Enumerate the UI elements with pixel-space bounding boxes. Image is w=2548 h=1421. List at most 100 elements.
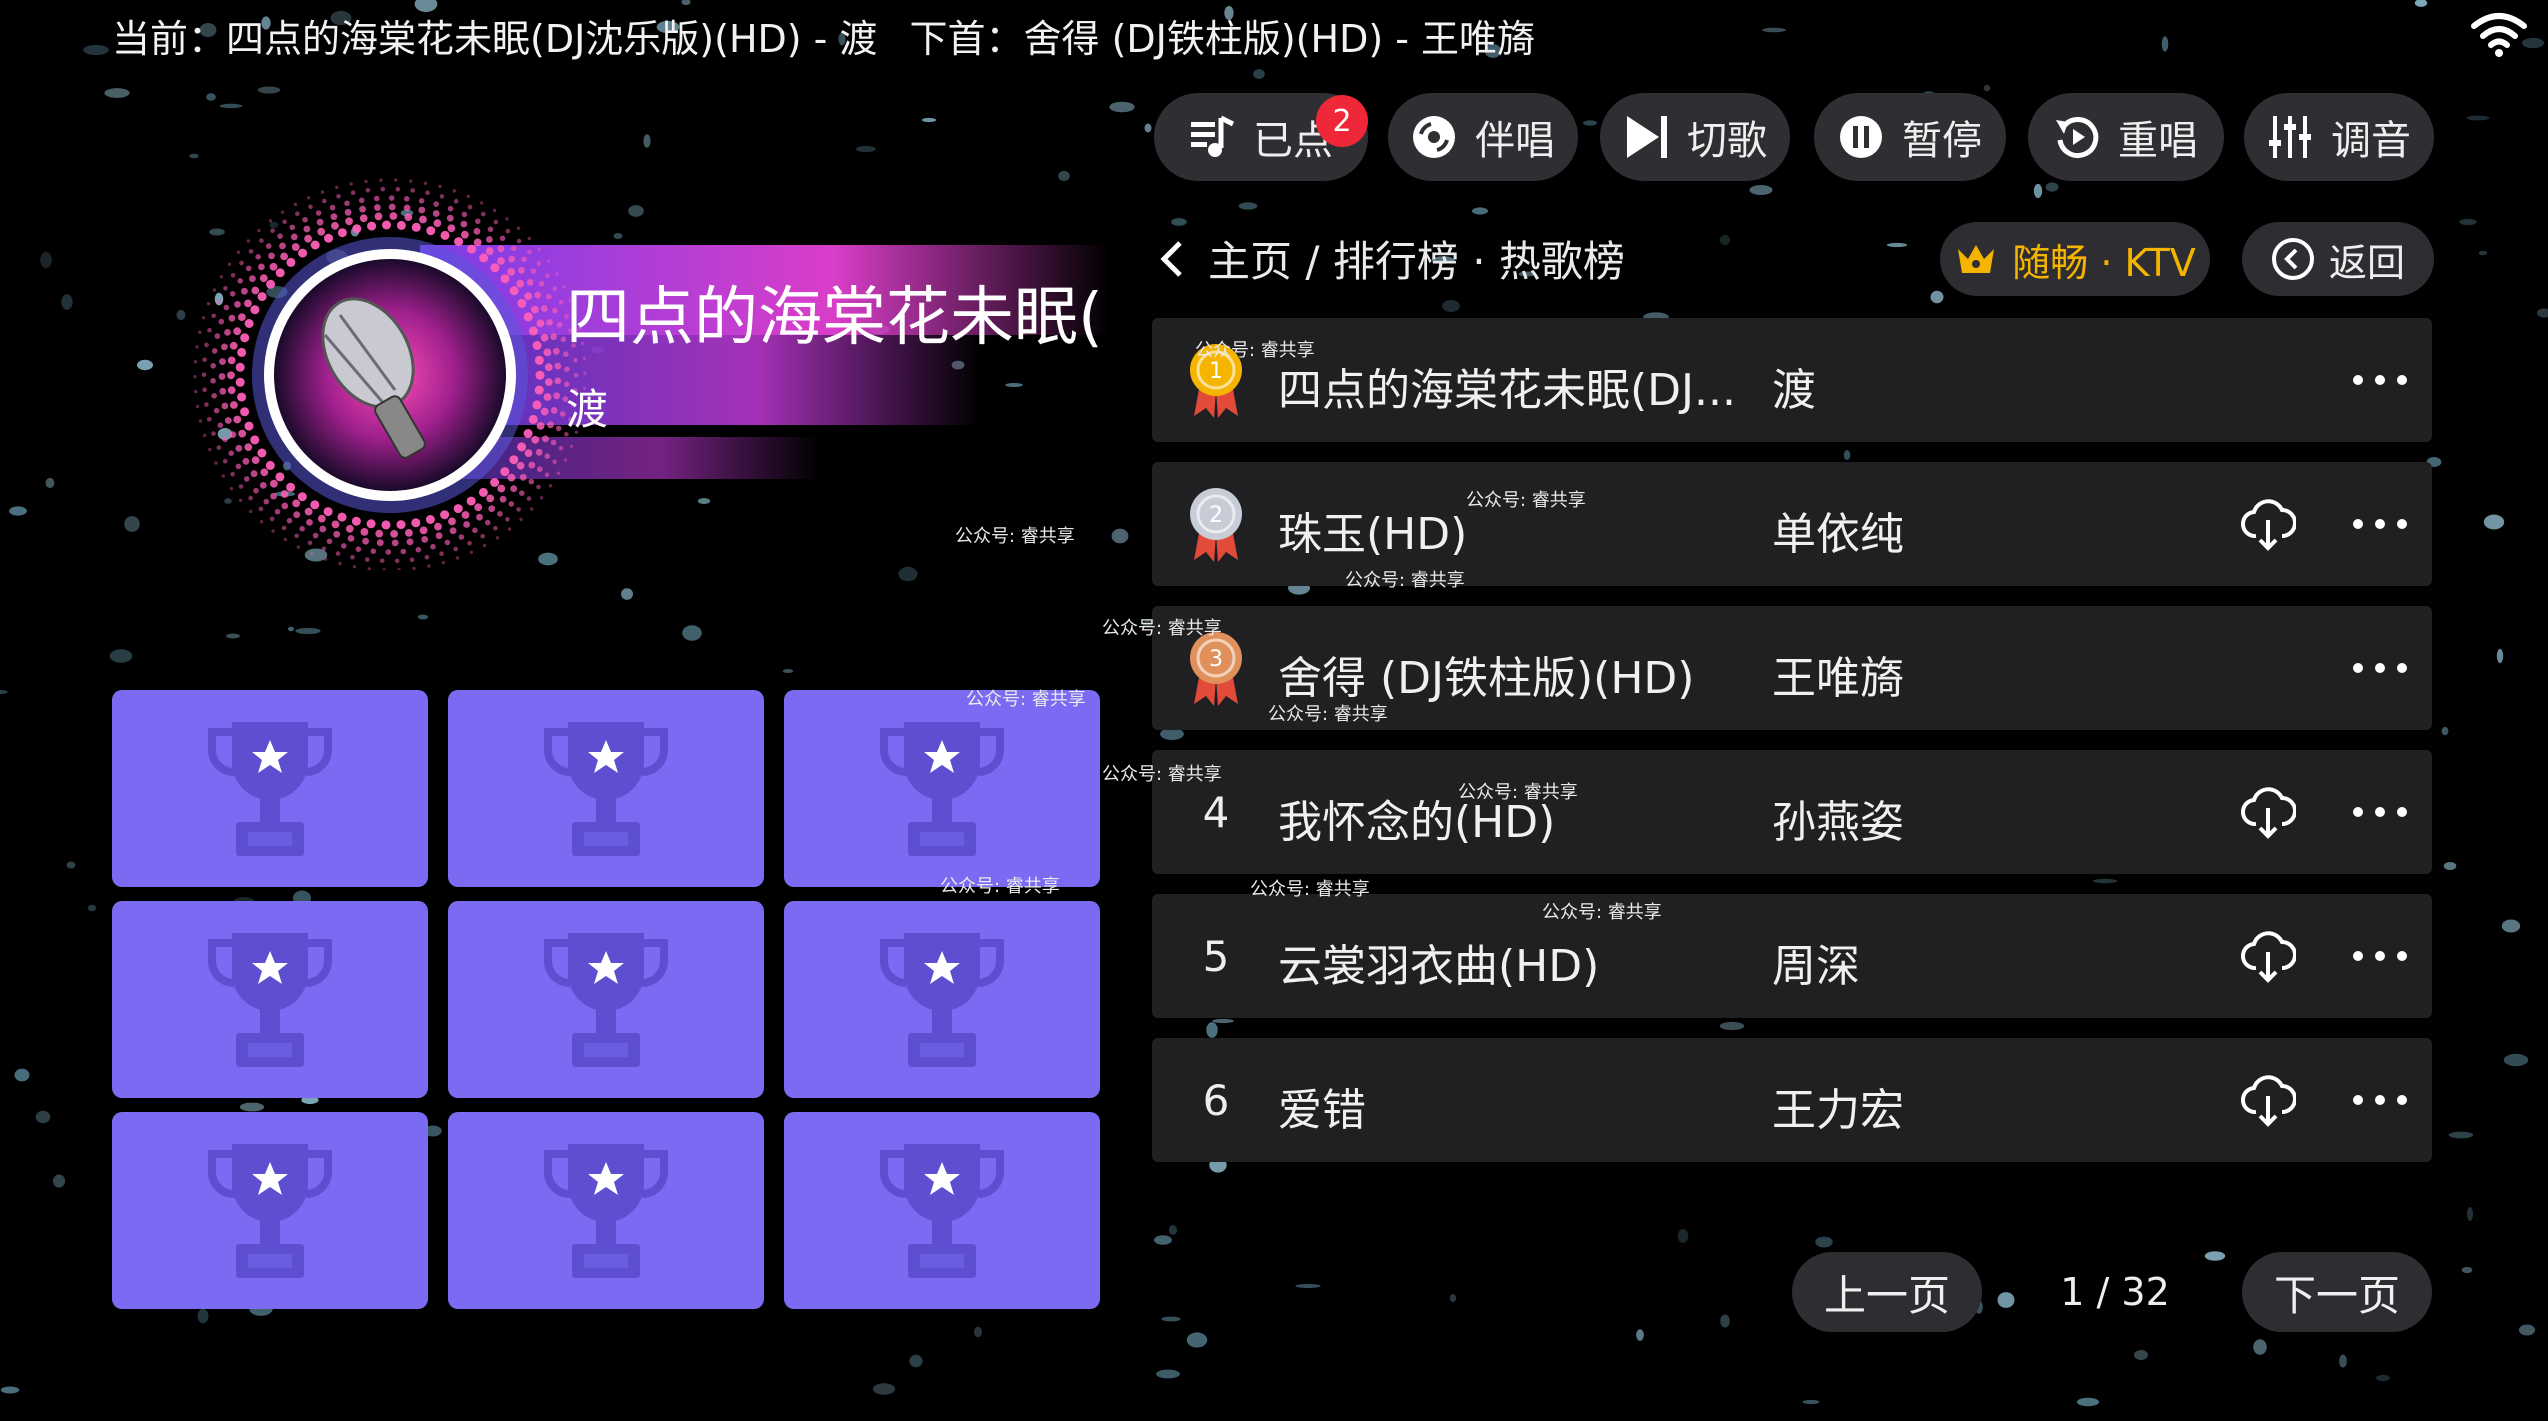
trophy-tile[interactable] — [448, 690, 764, 887]
page-indicator: 1 / 32 — [2060, 1270, 2170, 1314]
accompany-label: 伴唱 — [1475, 118, 1555, 164]
more-dots-icon[interactable] — [2348, 1078, 2412, 1122]
watermark-text: 公众号: 睿共享 — [1542, 902, 1662, 923]
tune-button[interactable]: 调音 — [2244, 93, 2434, 181]
song-artist: 孙燕姿 — [1772, 797, 1904, 848]
prev-page-button[interactable]: 上一页 — [1792, 1252, 1982, 1332]
watermark-text: 公众号: 睿共享 — [1102, 618, 1222, 639]
now-playing-title: 四点的海棠花未眠( — [566, 281, 1102, 355]
svg-text:3: 3 — [1209, 647, 1223, 672]
prev-page-label: 上一页 — [1823, 1270, 1950, 1320]
equalizer-icon — [2269, 116, 2311, 158]
rank-number: 5 — [1202, 931, 1230, 981]
rank-medal-icon: 3 — [1176, 628, 1256, 708]
trophy-icon — [208, 721, 332, 856]
trophy-icon — [544, 932, 668, 1067]
trophy-tile[interactable] — [448, 1112, 764, 1309]
rank-medal-icon: 2 — [1176, 484, 1256, 564]
watermark-text: 公众号: 睿共享 — [955, 526, 1075, 547]
next-song-text: 下首：舍得 (DJ铁柱版)(HD) - 王唯旖 — [909, 17, 1536, 61]
queue-button[interactable]: 已点 2 — [1154, 93, 1368, 181]
trophy-tile[interactable] — [112, 901, 428, 1098]
back-circle-icon — [2271, 238, 2314, 280]
song-row[interactable]: 5 云裳羽衣曲(HD) 周深 — [1152, 894, 2432, 1018]
watermark-text: 公众号: 睿共享 — [966, 689, 1086, 710]
accompany-button[interactable]: 伴唱 — [1388, 93, 1578, 181]
song-row[interactable]: 2 珠玉(HD) 单依纯 — [1152, 462, 2432, 586]
replay-button[interactable]: 重唱 — [2028, 93, 2224, 181]
trophy-tile[interactable] — [448, 901, 764, 1098]
pause-button[interactable]: 暂停 — [1814, 93, 2006, 181]
more-dots-icon[interactable] — [2348, 934, 2412, 978]
pause-icon — [1840, 116, 1882, 158]
song-title: 舍得 (DJ铁柱版)(HD) — [1278, 653, 1695, 704]
now-playing-artist: 渡 — [566, 385, 609, 434]
cloud-download-icon[interactable] — [2240, 928, 2296, 984]
more-dots-icon[interactable] — [2348, 502, 2412, 546]
crown-icon — [1958, 245, 1995, 273]
trophy-tile[interactable] — [784, 690, 1100, 887]
watermark-text: 公众号: 睿共享 — [1466, 490, 1586, 511]
breadcrumb-text: 主页 / 排行榜 · 热歌榜 — [1208, 237, 1625, 286]
trophy-icon — [880, 1143, 1004, 1278]
skip-button[interactable]: 切歌 — [1600, 93, 1790, 181]
disc-icon — [1413, 116, 1455, 158]
watermark-text: 公众号: 睿共享 — [1268, 704, 1388, 725]
wifi-icon — [2471, 13, 2527, 57]
playlist-icon — [1191, 115, 1235, 157]
song-artist: 渡 — [1772, 365, 1816, 416]
song-row[interactable]: 4 我怀念的(HD) 孙燕姿 — [1152, 750, 2432, 874]
next-page-button[interactable]: 下一页 — [2242, 1252, 2432, 1332]
cloud-download-icon[interactable] — [2240, 496, 2296, 552]
trophy-icon — [544, 721, 668, 856]
queue-count-badge: 2 — [1316, 95, 1368, 147]
now-playing-bar: 当前：四点的海棠花未眠(DJ沈乐版)(HD) - 渡下首：舍得 (DJ铁柱版)(… — [112, 8, 1535, 63]
trophy-icon — [880, 932, 1004, 1067]
svg-text:1: 1 — [1209, 359, 1223, 384]
skip-label: 切歌 — [1687, 118, 1767, 164]
trophy-icon — [880, 721, 1004, 856]
watermark-text: 公众号: 睿共享 — [1345, 570, 1465, 591]
chevron-left-icon — [1160, 240, 1182, 277]
more-dots-icon[interactable] — [2348, 358, 2412, 402]
more-dots-icon[interactable] — [2348, 646, 2412, 690]
watermark-text: 公众号: 睿共享 — [1102, 764, 1222, 785]
more-dots-icon[interactable] — [2348, 790, 2412, 834]
next-page-label: 下一页 — [2273, 1270, 2400, 1320]
song-row[interactable]: 1 四点的海棠花未眠(DJ... 渡 — [1152, 318, 2432, 442]
pause-label: 暂停 — [1902, 118, 1982, 164]
trophy-icon — [544, 1143, 668, 1278]
cloud-download-icon[interactable] — [2240, 1072, 2296, 1128]
watermark-text: 公众号: 睿共享 — [940, 876, 1060, 897]
cloud-download-icon[interactable] — [2240, 784, 2296, 840]
svg-text:2: 2 — [1209, 503, 1223, 528]
song-artist: 王力宏 — [1772, 1085, 1904, 1136]
watermark-text: 公众号: 睿共享 — [1458, 782, 1578, 803]
rank-number: 6 — [1202, 1075, 1230, 1125]
replay-icon — [2056, 117, 2099, 158]
skip-next-icon — [1627, 116, 1667, 158]
current-song-text: 当前：四点的海棠花未眠(DJ沈乐版)(HD) - 渡 — [112, 17, 878, 61]
song-artist: 单依纯 — [1772, 509, 1904, 560]
trophy-icon — [208, 1143, 332, 1278]
breadcrumb[interactable]: 主页 / 排行榜 · 热歌榜 — [1156, 228, 1625, 289]
song-title: 爱错 — [1278, 1085, 1366, 1136]
trophy-tile[interactable] — [112, 690, 428, 887]
song-title: 云裳羽衣曲(HD) — [1278, 941, 1600, 992]
watermark-text: 公众号: 睿共享 — [1195, 340, 1315, 361]
back-button[interactable]: 返回 — [2242, 222, 2434, 296]
back-label: 返回 — [2328, 240, 2405, 285]
song-title: 四点的海棠花未眠(DJ... — [1278, 365, 1736, 416]
watermark-text: 公众号: 睿共享 — [1250, 879, 1370, 900]
song-artist: 王唯旖 — [1772, 653, 1904, 704]
brand-label: 随畅 · KTV — [2012, 240, 2196, 285]
song-row[interactable]: 6 爱错 王力宏 — [1152, 1038, 2432, 1162]
song-title: 珠玉(HD) — [1278, 509, 1468, 560]
replay-label: 重唱 — [2118, 118, 2198, 164]
tune-label: 调音 — [2331, 118, 2411, 164]
trophy-tile[interactable] — [784, 901, 1100, 1098]
trophy-tile[interactable] — [784, 1112, 1100, 1309]
trophy-tile[interactable] — [112, 1112, 428, 1309]
now-playing-banner — [193, 178, 1110, 570]
trophy-icon — [208, 932, 332, 1067]
